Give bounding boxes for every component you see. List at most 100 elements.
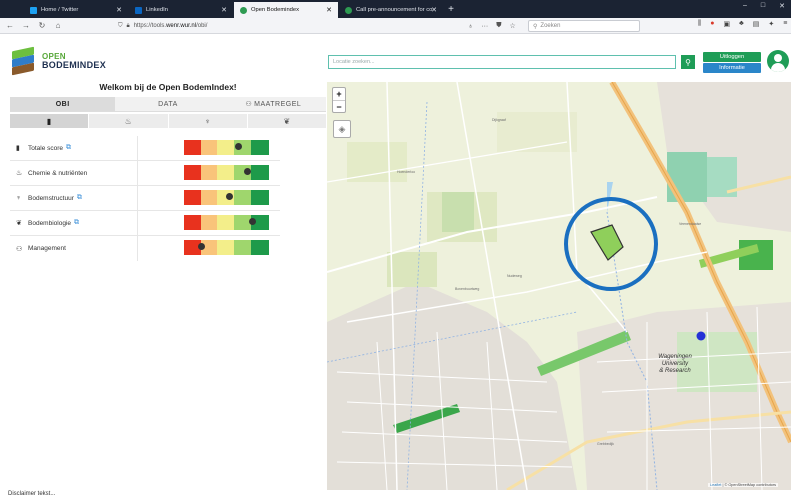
binoculars-icon: ⚇ bbox=[245, 101, 253, 108]
puzzle-icon[interactable]: ✦ bbox=[768, 20, 774, 28]
maximize-button[interactable]: □ bbox=[761, 2, 765, 10]
browser-nav-bar: ← → ↻ ⌂ ⛉ 🔒︎ https://tools. wenr.wur.nl/o… bbox=[0, 18, 791, 34]
tab-data[interactable]: DATA bbox=[115, 97, 221, 112]
browser-toolbar-icons: ⫼ ● ▣ ♣ ▤ ✦ ≡ bbox=[698, 20, 787, 28]
url-domain: wenr.wur.nl bbox=[166, 23, 197, 29]
subtab-structure[interactable]: ♆ bbox=[167, 114, 247, 128]
close-icon[interactable]: ✕ bbox=[326, 6, 332, 14]
url-bar[interactable]: ⛉ 🔒︎ https://tools. wenr.wur.nl/obi/ bbox=[118, 20, 458, 32]
pocket-icon[interactable]: ⛊ bbox=[496, 22, 501, 30]
score-label: Totale score bbox=[28, 144, 64, 152]
score-row-biology: ❦ Bodembiologie ⧉ bbox=[10, 211, 280, 236]
reload-icon[interactable]: ↻ bbox=[36, 21, 48, 30]
soil-structure-icon: ♆ bbox=[204, 116, 211, 126]
score-bar bbox=[184, 165, 269, 180]
external-link-icon[interactable]: ⧉ bbox=[74, 219, 79, 227]
attribution-text: | © OpenStreetMap contributors bbox=[721, 483, 777, 487]
home-icon[interactable]: ⌂ bbox=[52, 21, 64, 30]
new-tab-button[interactable]: + bbox=[444, 2, 458, 18]
location-search-input[interactable]: Locatie zoeken... bbox=[328, 55, 676, 69]
map-canvas bbox=[327, 82, 791, 490]
forward-icon[interactable]: → bbox=[20, 21, 32, 30]
sub-tabs: ▮ ♨ ♆ ❦ bbox=[10, 114, 326, 128]
location-marker[interactable] bbox=[696, 331, 706, 341]
app-logo[interactable]: OPEN BODEMINDEX bbox=[10, 44, 120, 78]
flask-icon: ♨ bbox=[124, 116, 132, 126]
score-row-management: ⚇ Management bbox=[10, 236, 280, 261]
bookmark-star-icon[interactable]: ☆ bbox=[510, 22, 516, 30]
more-icon[interactable]: ··· bbox=[481, 23, 488, 30]
close-window-button[interactable]: ✕ bbox=[779, 2, 785, 10]
subtab-total[interactable]: ▮ bbox=[10, 114, 89, 128]
search-icon: ⚲ bbox=[533, 23, 538, 30]
close-icon[interactable]: ✕ bbox=[116, 6, 122, 14]
score-bar bbox=[184, 240, 269, 255]
score-marker bbox=[234, 143, 242, 150]
zoom-in-button[interactable]: + bbox=[333, 88, 345, 100]
browser-tab-call[interactable]: Call pre-announcement for co ✕ bbox=[339, 2, 443, 18]
adblock-icon[interactable]: ● bbox=[710, 20, 714, 28]
close-icon[interactable]: ✕ bbox=[221, 6, 227, 14]
external-link-icon[interactable]: ⧉ bbox=[77, 194, 82, 202]
zoom-control: + − bbox=[332, 87, 346, 113]
library-icon[interactable]: ⫼ bbox=[698, 20, 701, 28]
leaf-icon: ❦ bbox=[16, 220, 22, 227]
back-icon[interactable]: ← bbox=[4, 21, 16, 30]
url-actions: ♁ ··· ⛊ ☆ bbox=[468, 20, 516, 32]
extension-icon[interactable]: ♣ bbox=[739, 20, 744, 28]
twitter-icon bbox=[30, 6, 37, 14]
browser-tab-linkedin[interactable]: LinkedIn ✕ bbox=[129, 2, 233, 18]
clipboard-icon: ▮ bbox=[16, 145, 20, 152]
clipboard-icon: ▮ bbox=[46, 116, 52, 126]
selected-parcel[interactable] bbox=[590, 224, 624, 261]
zoom-out-button[interactable]: − bbox=[333, 100, 345, 112]
urban-area bbox=[577, 302, 791, 490]
leaflet-link[interactable]: Leaflet bbox=[710, 483, 721, 487]
map-attribution: Leaflet | © OpenStreetMap contributors bbox=[708, 483, 779, 487]
close-icon[interactable]: ✕ bbox=[431, 6, 437, 14]
minimize-button[interactable]: – bbox=[743, 2, 747, 10]
score-label: Management bbox=[28, 245, 66, 252]
place-label-line: & Research bbox=[659, 368, 691, 374]
tab-label: Home / Twitter bbox=[41, 7, 79, 13]
street-label: Veenendaalse bbox=[679, 222, 702, 226]
score-bar bbox=[184, 140, 269, 155]
score-label: Chemie & nutriënten bbox=[28, 169, 88, 177]
shield-icon: ⛉ bbox=[118, 22, 123, 29]
street-label: Hoenderloo bbox=[397, 170, 416, 174]
url-suffix: /obi/ bbox=[196, 23, 208, 29]
linkedin-icon bbox=[135, 6, 142, 14]
location-search-button[interactable]: ⚲ bbox=[681, 55, 695, 69]
sidebar-icon[interactable]: ▣ bbox=[723, 20, 730, 28]
external-link-icon[interactable]: ⧉ bbox=[66, 144, 71, 152]
tab-obi[interactable]: OBI bbox=[10, 97, 116, 112]
subtab-biology[interactable]: ❦ bbox=[246, 114, 326, 128]
screen: Home / Twitter ✕ LinkedIn ✕ Open Bodemin… bbox=[0, 0, 791, 502]
browser-tab-twitter[interactable]: Home / Twitter ✕ bbox=[24, 2, 128, 18]
map-view[interactable]: Hoenderloo Dijkgraaf Nudeweg Veenendaals… bbox=[327, 82, 791, 490]
field bbox=[442, 192, 474, 232]
location-search-placeholder: Locatie zoeken... bbox=[333, 59, 375, 65]
score-row-total: ▮ Totale score ⧉ bbox=[10, 136, 280, 161]
tab-obi-label: OBI bbox=[55, 100, 70, 108]
logo-line-2: BODEMINDEX bbox=[42, 60, 107, 70]
layers-logo-icon bbox=[10, 46, 38, 76]
street-label: Dijkgraaf bbox=[492, 118, 506, 122]
subtab-chemistry[interactable]: ♨ bbox=[88, 114, 168, 128]
sports-field bbox=[667, 152, 707, 202]
browser-search-input[interactable]: ⚲ Zoeken bbox=[528, 20, 640, 32]
place-label-line: University bbox=[661, 361, 689, 367]
microphone-icon[interactable]: ♁ bbox=[468, 23, 473, 30]
user-avatar[interactable] bbox=[767, 50, 789, 72]
tab-maatregel[interactable]: ⚇ MAATREGEL bbox=[220, 97, 326, 112]
browser-tab-open-bodemindex[interactable]: Open Bodemindex ✕ bbox=[234, 2, 338, 18]
tab-label: Call pre-announcement for co bbox=[356, 7, 433, 13]
info-button[interactable]: Informatie bbox=[703, 63, 761, 73]
bodemindex-icon bbox=[240, 6, 247, 14]
score-bar bbox=[184, 215, 269, 230]
screenshot-icon[interactable]: ▤ bbox=[753, 20, 760, 28]
logout-button[interactable]: Uitloggen bbox=[703, 52, 761, 62]
street-label: Bovenbuurtweg bbox=[455, 287, 480, 291]
layers-button[interactable]: ◈ bbox=[333, 120, 351, 138]
menu-icon[interactable]: ≡ bbox=[783, 20, 787, 28]
